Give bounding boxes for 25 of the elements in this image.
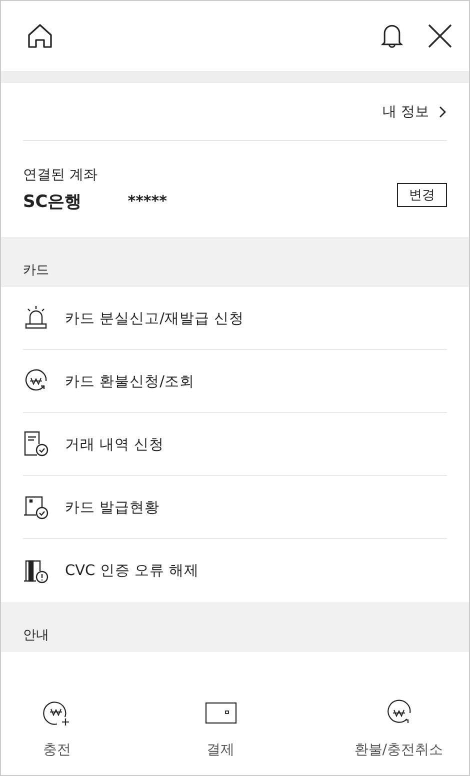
section-title: 카드 bbox=[23, 262, 49, 279]
chevron-icon bbox=[439, 106, 447, 118]
siren-icon bbox=[23, 305, 49, 331]
menu-item[interactable]: 거래 내역 신청 bbox=[23, 413, 447, 476]
menu-item[interactable]: 카드 환불신청/조회 bbox=[23, 350, 447, 413]
menu-item[interactable]: 카드 분실신고/재발급 신청 bbox=[23, 287, 447, 350]
bell-icon[interactable] bbox=[379, 23, 405, 49]
nav-tab[interactable]: 충전 bbox=[27, 699, 87, 759]
nav-tab[interactable]: 결제 bbox=[190, 699, 251, 759]
card-icon bbox=[204, 702, 237, 724]
close-icon[interactable] bbox=[427, 23, 453, 49]
menu-item[interactable]: CVC 인증 오류 해제 bbox=[23, 539, 447, 602]
my-info-link[interactable]: 내 정보 bbox=[382, 102, 447, 120]
card-check-icon bbox=[23, 494, 49, 520]
home-icon[interactable] bbox=[27, 23, 53, 49]
account-number: ***** bbox=[128, 192, 167, 210]
bank-name: SC은행 bbox=[23, 190, 82, 212]
section-title: 안내 bbox=[23, 627, 49, 644]
document-check-icon bbox=[23, 431, 49, 457]
won-plus-icon bbox=[43, 699, 71, 727]
change-button[interactable]: 변경 bbox=[397, 183, 447, 207]
door-alert-icon bbox=[23, 558, 49, 584]
account-label: 연결된 계좌 bbox=[23, 166, 98, 184]
menu-item[interactable]: 카드 발급현황 bbox=[23, 476, 447, 539]
nav-tab[interactable]: 환불/충전취소 bbox=[354, 699, 443, 759]
